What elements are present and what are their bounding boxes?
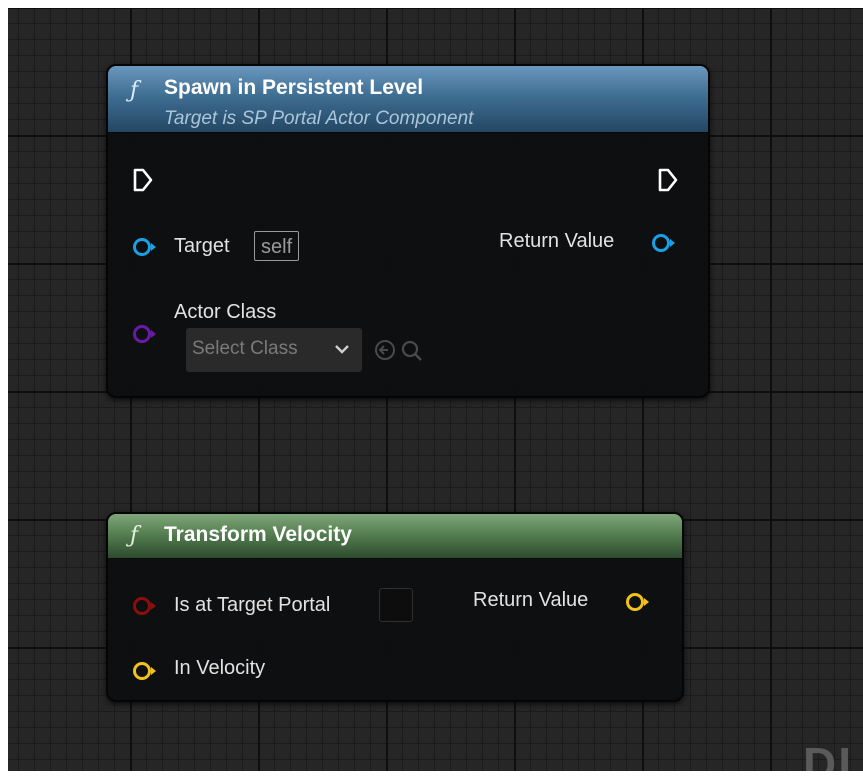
- in-velocity-input-pin-icon[interactable]: [132, 660, 158, 682]
- return-value-pin-label: Return Value: [499, 230, 615, 252]
- use-selected-asset-icon[interactable]: [374, 339, 396, 361]
- watermark-text: DI: [803, 738, 853, 771]
- exec-input-pin-icon[interactable]: [132, 167, 154, 193]
- node-header[interactable]: ƒ Transform Velocity: [108, 514, 682, 559]
- target-pin-label: Target: [174, 235, 230, 257]
- return-value-pin-label: Return Value: [473, 589, 589, 611]
- in-velocity-pin-label: In Velocity: [174, 657, 266, 679]
- select-class-dropdown[interactable]: Select Class: [186, 328, 362, 372]
- target-input-pin-icon[interactable]: [132, 236, 158, 258]
- actor-class-input-pin-icon[interactable]: [132, 323, 158, 345]
- node-subtitle: Target is SP Portal Actor Component: [164, 108, 474, 129]
- node-title: Transform Velocity: [164, 523, 352, 546]
- node-header[interactable]: ƒ Spawn in Persistent Level Target is SP…: [108, 66, 708, 133]
- return-value-output-pin-icon[interactable]: [651, 232, 677, 254]
- spawn-in-persistent-level-node[interactable]: ƒ Spawn in Persistent Level Target is SP…: [106, 64, 710, 398]
- browse-asset-search-icon[interactable]: [400, 339, 424, 363]
- chevron-down-icon: [335, 345, 349, 354]
- select-class-label: Select Class: [192, 338, 298, 359]
- node-title: Spawn in Persistent Level: [164, 76, 424, 99]
- function-icon: ƒ: [130, 78, 139, 103]
- blueprint-graph-canvas[interactable]: DI ƒ Spawn in Persistent Level Target is…: [8, 8, 863, 771]
- is-at-target-portal-input-pin-icon[interactable]: [132, 595, 158, 617]
- function-icon: ƒ: [130, 523, 139, 548]
- actor-class-pin-label: Actor Class: [174, 301, 277, 323]
- return-value-output-pin-icon[interactable]: [625, 591, 651, 613]
- transform-velocity-node[interactable]: ƒ Transform Velocity Is at Target Portal…: [106, 512, 684, 702]
- exec-output-pin-icon[interactable]: [657, 167, 679, 193]
- is-at-target-portal-checkbox[interactable]: [379, 588, 413, 622]
- is-at-target-portal-pin-label: Is at Target Portal: [174, 594, 331, 616]
- target-value-field[interactable]: self: [254, 231, 300, 261]
